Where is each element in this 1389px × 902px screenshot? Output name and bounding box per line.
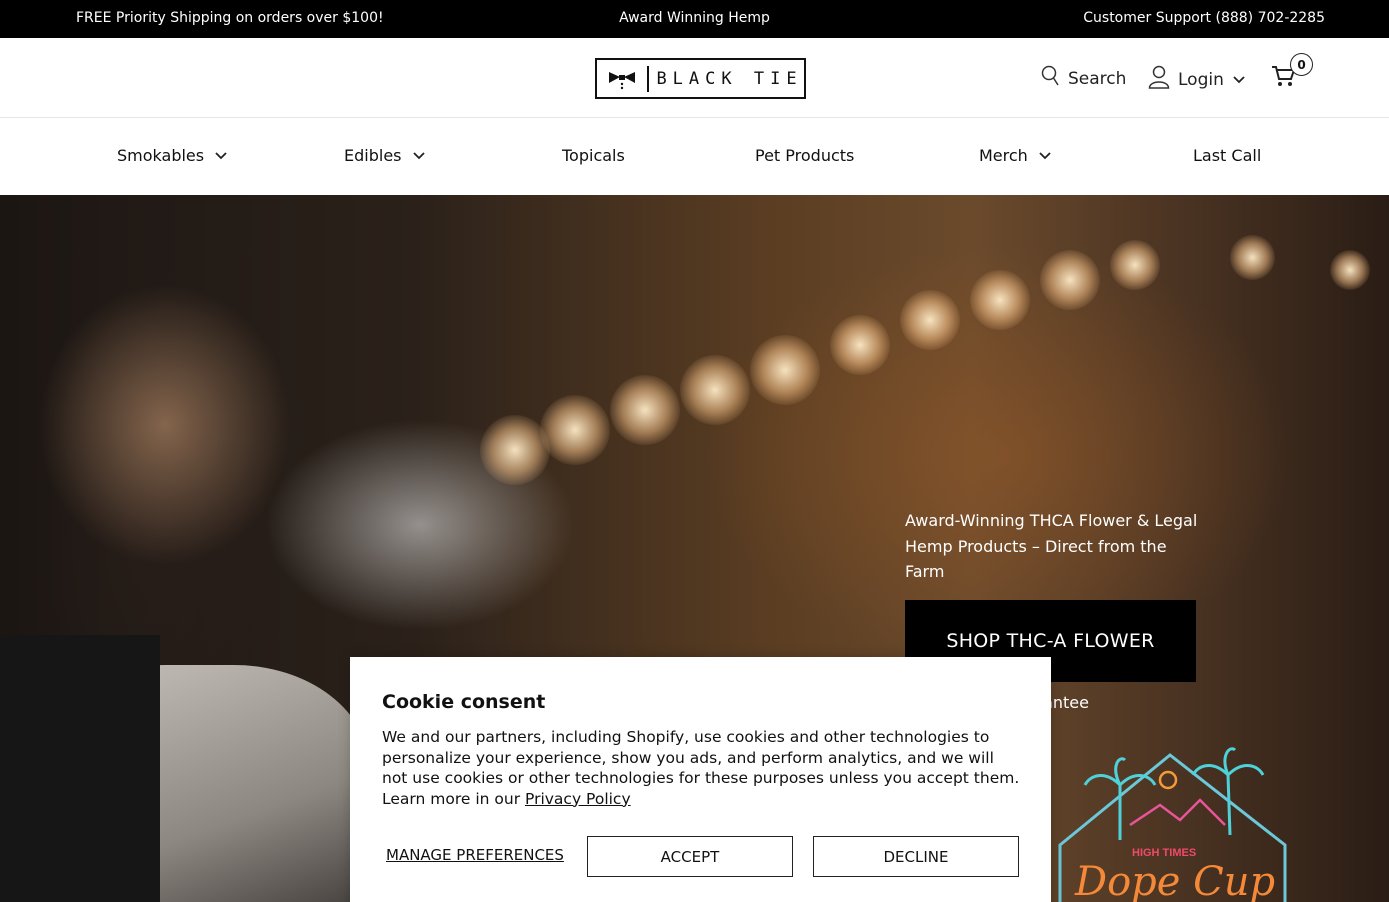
nav-item-merch[interactable]: Merch — [979, 146, 1052, 165]
bokeh-light — [1110, 240, 1160, 290]
nav-label: Smokables — [117, 146, 205, 165]
search-icon — [1040, 65, 1060, 92]
nav-item-pet-products[interactable]: Pet Products — [755, 146, 854, 165]
cookie-consent-dialog: Cookie consent We and our partners, incl… — [350, 657, 1051, 902]
bokeh-light — [970, 270, 1030, 330]
bokeh-light — [680, 355, 750, 425]
hero-headline: Award-Winning THCA Flower & Legal Hemp P… — [905, 511, 1198, 581]
svg-text:HIGH TIMES: HIGH TIMES — [1132, 847, 1196, 859]
manage-preferences-button[interactable]: MANAGE PREFERENCES — [386, 846, 564, 864]
user-icon — [1148, 65, 1170, 94]
bokeh-light — [900, 290, 960, 350]
chevron-down-icon — [1232, 70, 1246, 90]
cart-count-badge[interactable]: 0 — [1290, 53, 1313, 76]
announcement-support[interactable]: Customer Support (888) 702-2285 — [1083, 10, 1325, 26]
bokeh-light — [540, 395, 610, 465]
nav-label: Pet Products — [755, 146, 855, 165]
search-button[interactable]: Search — [1040, 65, 1126, 92]
search-label: Search — [1068, 68, 1127, 89]
cookie-title: Cookie consent — [382, 691, 546, 713]
privacy-policy-link[interactable]: Privacy Policy — [525, 790, 631, 808]
chevron-down-icon — [412, 146, 426, 165]
bokeh-light — [1230, 235, 1275, 280]
login-label: Login — [1178, 69, 1224, 90]
nav-item-topicals[interactable]: Topicals — [562, 146, 625, 165]
accept-button[interactable]: ACCEPT — [587, 836, 793, 877]
hero-figure-jacket — [0, 635, 160, 902]
nav-item-edibles[interactable]: Edibles — [344, 146, 426, 165]
announcement-shipping: FREE Priority Shipping on orders over $1… — [76, 10, 384, 26]
nav-label: Last Call — [1193, 146, 1262, 165]
announcement-bar: Award Winning Hemp FREE Priority Shippin… — [0, 0, 1389, 38]
chevron-down-icon — [214, 146, 228, 165]
bokeh-light — [830, 315, 890, 375]
site-logo[interactable]: BLACK TIE — [595, 58, 806, 99]
svg-text:Dope Cup: Dope Cup — [1074, 859, 1275, 902]
cookie-body: We and our partners, including Shopify, … — [382, 727, 1022, 809]
bowtie-icon — [597, 60, 647, 97]
nav-label: Edibles — [344, 146, 402, 165]
chevron-down-icon — [1038, 146, 1052, 165]
nav-label: Topicals — [562, 146, 625, 165]
dope-cup-badge: HIGH TIMES Dope Cup — [1050, 735, 1290, 902]
main-nav: Smokables Edibles Topicals Pet Products … — [0, 119, 1389, 195]
cookie-actions: MANAGE PREFERENCES ACCEPT DECLINE — [382, 836, 1022, 877]
login-button[interactable]: Login — [1148, 65, 1246, 94]
bokeh-light — [1330, 250, 1370, 290]
nav-item-smokables[interactable]: Smokables — [117, 146, 228, 165]
bokeh-light — [610, 375, 680, 445]
bokeh-light — [750, 335, 820, 405]
site-header: BLACK TIE Search Login 0 — [0, 38, 1389, 118]
decline-button[interactable]: DECLINE — [813, 836, 1019, 877]
cookie-body-text: We and our partners, including Shopify, … — [382, 728, 1020, 808]
nav-label: Merch — [979, 146, 1028, 165]
logo-text: BLACK TIE — [656, 68, 803, 89]
bokeh-light — [1040, 250, 1100, 310]
nav-item-last-call[interactable]: Last Call — [1193, 146, 1261, 165]
